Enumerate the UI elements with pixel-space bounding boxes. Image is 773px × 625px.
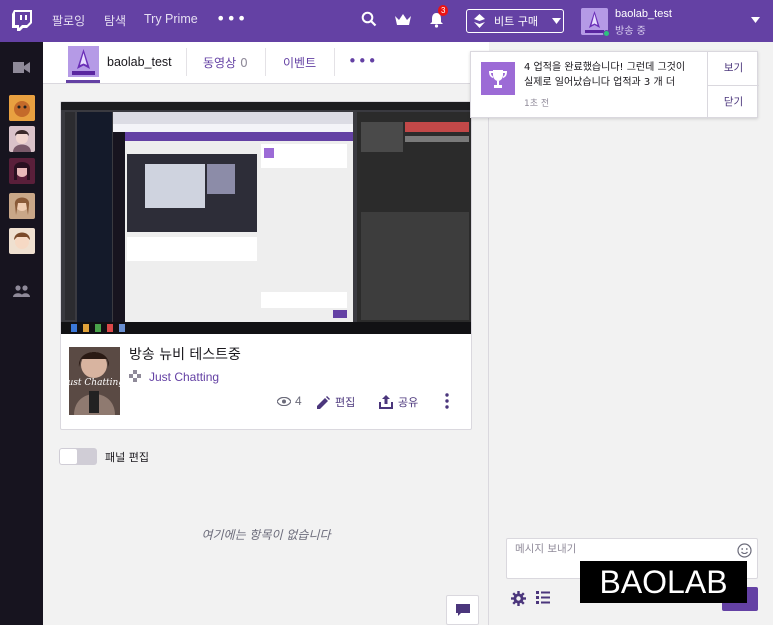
user-name[interactable]: baolab_test	[615, 8, 672, 20]
trophy-icon	[481, 62, 515, 95]
notification-text: 4 업적을 완료했습니다! 그런데 그것이 실제로 일어났습니다 업적과 3 개…	[524, 62, 686, 88]
game-category-link[interactable]: Just Chatting	[149, 370, 219, 384]
watermark-text: BAOLAB	[599, 563, 728, 600]
achievement-notification: 4 업적을 완료했습니다! 그런데 그것이 실제로 일어났습니다 업적과 3 개…	[470, 51, 759, 119]
followed-channel-avatar[interactable]	[9, 228, 35, 254]
nav-following-link[interactable]: 팔로잉	[52, 12, 85, 29]
more-vertical-icon[interactable]	[445, 393, 449, 409]
game-art-text: Just Chatting	[69, 378, 120, 388]
crown-icon[interactable]	[394, 13, 412, 27]
followed-channel-avatar[interactable]	[9, 126, 35, 152]
notification-badge: 3	[438, 5, 449, 16]
game-box-art[interactable]: Just Chatting	[69, 347, 120, 415]
followed-channel-avatar[interactable]	[9, 193, 35, 219]
eye-icon	[277, 396, 291, 406]
tab-videos[interactable]: 동영상 0	[203, 54, 248, 71]
stream-title[interactable]: 방송 뉴비 테스트중	[129, 344, 241, 364]
get-bits-label: 비트 구매	[494, 15, 538, 28]
header-divider	[186, 48, 187, 76]
bits-gem-icon	[474, 14, 485, 28]
left-rail	[0, 42, 43, 625]
chat-bubble-icon	[455, 603, 470, 616]
channel-avatar-image	[9, 228, 35, 254]
edit-button[interactable]: 편집	[317, 394, 355, 410]
chat-panel	[490, 42, 773, 625]
nav-prime-link[interactable]: Try Prime	[144, 12, 198, 26]
panel-edit-label: 패널 편집	[105, 451, 149, 464]
panel-edit-toggle[interactable]	[59, 448, 97, 465]
nav-browse-link[interactable]: 탐색	[104, 12, 126, 29]
friends-icon[interactable]	[13, 285, 30, 297]
tab-events[interactable]: 이벤트	[283, 54, 316, 71]
channel-header: baolab_test 동영상 0 이벤트 •••	[43, 42, 489, 84]
edit-label: 편집	[335, 396, 356, 409]
channel-more-icon[interactable]: •••	[348, 52, 378, 70]
pencil-icon	[317, 395, 330, 409]
user-live-status: 방송 중	[615, 26, 646, 37]
channel-avatar-image	[9, 158, 35, 184]
channel-avatar-image	[9, 95, 35, 121]
share-icon	[379, 395, 393, 409]
header-divider	[334, 48, 335, 76]
empty-state-message: 여기에는 항목이 없습니다	[201, 528, 331, 542]
user-menu-chevron-icon[interactable]	[751, 17, 760, 23]
rocket-avatar-icon	[68, 46, 99, 77]
followed-channel-avatar[interactable]	[9, 158, 35, 184]
live-video-card: Just Chatting 방송 뉴비 테스트중 Just Chatting 4…	[60, 101, 472, 430]
active-tab-underline	[66, 80, 100, 83]
just-chatting-art: Just Chatting	[69, 347, 120, 415]
channel-main: baolab_test 동영상 0 이벤트 ••• st Chattin 방송 …	[43, 42, 489, 625]
followed-channel-avatar[interactable]	[9, 95, 35, 121]
notification-close-button[interactable]: 닫기	[708, 86, 759, 119]
tab-videos-count: 0	[240, 56, 248, 70]
channel-name[interactable]: baolab_test	[107, 55, 172, 69]
notification-time: 1초 전	[524, 99, 550, 109]
chat-message-input[interactable]	[515, 543, 715, 555]
stream-preview-image	[61, 102, 471, 334]
channel-avatar[interactable]	[68, 46, 99, 77]
toggle-knob	[60, 449, 77, 464]
video-camera-icon[interactable]	[13, 62, 30, 73]
channel-avatar-image	[9, 126, 35, 152]
twitch-logo-icon[interactable]	[11, 9, 33, 31]
header-divider	[265, 48, 266, 76]
share-label: 공유	[398, 396, 419, 409]
view-count: 4	[277, 394, 302, 408]
notification-view-button[interactable]: 보기	[708, 52, 759, 85]
view-count-number: 4	[295, 394, 302, 408]
top-nav: 팔로잉 탐색 Try Prime ••• 3 비트 구매 baolab_test…	[0, 0, 773, 42]
chevron-down-icon	[551, 18, 561, 24]
baolab-watermark: BAOLAB	[580, 561, 747, 603]
get-bits-button[interactable]: 비트 구매	[466, 9, 564, 33]
trophy-glyph	[489, 69, 507, 88]
open-chat-button[interactable]	[446, 595, 479, 625]
tab-videos-label: 동영상	[203, 56, 237, 70]
emoji-icon[interactable]	[737, 543, 752, 558]
category-icon	[129, 370, 141, 382]
share-button[interactable]: 공유	[379, 394, 418, 410]
gear-icon[interactable]	[511, 591, 526, 606]
stream-thumbnail[interactable]	[61, 102, 471, 334]
viewer-list-icon[interactable]	[536, 591, 550, 604]
channel-avatar-image	[9, 193, 35, 219]
search-icon[interactable]	[361, 11, 377, 27]
nav-more-icon[interactable]: •••	[216, 9, 247, 28]
online-status-dot	[603, 30, 610, 37]
